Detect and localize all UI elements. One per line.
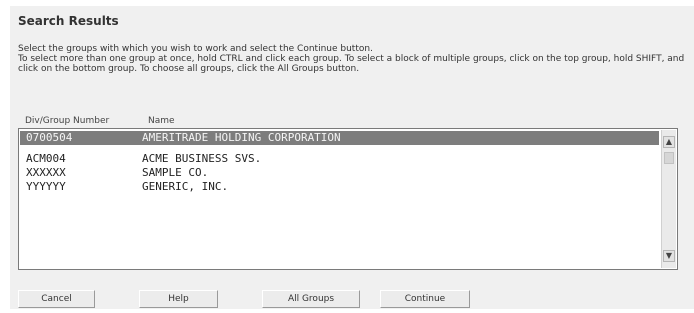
vertical-scrollbar[interactable]: ▲ ▼ — [661, 130, 676, 268]
instructions-line-1: Select the groups with which you wish to… — [18, 44, 373, 54]
group-id: XXXXXX — [26, 166, 66, 179]
group-name: SAMPLE CO. — [142, 166, 209, 179]
group-list: 0700504 AMERITRADE HOLDING CORPORATION A… — [20, 131, 659, 194]
group-listbox[interactable]: 0700504 AMERITRADE HOLDING CORPORATION A… — [18, 128, 678, 270]
continue-button[interactable]: Continue — [380, 290, 470, 308]
list-item[interactable]: 0700504 AMERITRADE HOLDING CORPORATION — [20, 131, 659, 145]
group-id: ACM004 — [26, 152, 66, 165]
scroll-thumb[interactable] — [664, 152, 674, 164]
help-button[interactable]: Help — [139, 290, 218, 308]
column-header-name: Name — [148, 116, 175, 126]
group-id: YYYYYY — [26, 180, 66, 193]
all-groups-button[interactable]: All Groups — [262, 290, 360, 308]
scroll-up-icon[interactable]: ▲ — [663, 136, 675, 148]
group-name: AMERITRADE HOLDING CORPORATION — [142, 131, 341, 144]
search-results-panel: Search Results Select the groups with wh… — [10, 6, 694, 309]
list-item[interactable]: XXXXXX SAMPLE CO. — [20, 166, 659, 180]
page-title: Search Results — [18, 14, 119, 28]
list-item[interactable]: YYYYYY GENERIC, INC. — [20, 180, 659, 194]
scroll-down-icon[interactable]: ▼ — [663, 250, 675, 262]
group-id: 0700504 — [26, 131, 73, 144]
cancel-button[interactable]: Cancel — [18, 290, 95, 308]
instructions: Select the groups with which you wish to… — [18, 44, 694, 74]
group-name: ACME BUSINESS SVS. — [142, 152, 262, 165]
instructions-line-2: To select more than one group at once, h… — [18, 54, 685, 74]
column-header-div-group-number: Div/Group Number — [25, 116, 110, 126]
list-item[interactable]: ACM004 ACME BUSINESS SVS. — [20, 152, 659, 166]
group-name: GENERIC, INC. — [142, 180, 229, 193]
